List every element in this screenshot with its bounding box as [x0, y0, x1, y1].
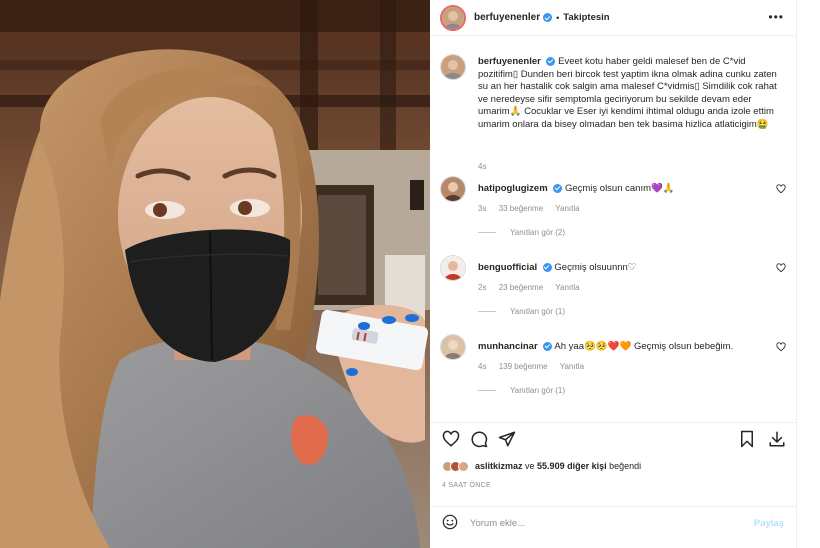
comment-heart-icon[interactable] — [776, 184, 786, 197]
caption-body: berfuyenenler Eveet kotu haber geldi mal… — [478, 56, 778, 131]
comment-time: 2s — [478, 283, 487, 292]
comment-time: 3s — [478, 204, 487, 213]
liker-avatars — [442, 460, 469, 472]
likes-suffix: beğendi — [606, 461, 642, 471]
comment-body: hatipoglugizem Geçmiş olsun canım💜🙏 — [478, 183, 758, 194]
author-avatar[interactable] — [440, 4, 466, 31]
download-icon[interactable] — [768, 430, 786, 451]
author-username[interactable]: berfuyenenler — [474, 12, 540, 23]
view-replies-button[interactable]: Yanıtları gör (2) — [478, 228, 565, 237]
reply-button[interactable]: Yanıtla — [555, 283, 579, 292]
comment-time: 4s — [478, 362, 487, 371]
verified-badge-icon — [543, 13, 553, 22]
caption-author-avatar[interactable] — [440, 54, 466, 80]
comment-body: munhancinar Ah yaa🥺🥺❤️🧡 Geçmiş olsun beb… — [478, 341, 758, 352]
comment-likes[interactable]: 23 beğenme — [499, 283, 543, 292]
comment-item: munhancinar Ah yaa🥺🥺❤️🧡 Geçmiş olsun beb… — [430, 334, 796, 413]
scrollbar-track[interactable] — [796, 0, 820, 548]
comment-meta: 4s 139 beğenme Yanıtla — [478, 362, 594, 371]
bookmark-icon[interactable] — [738, 430, 756, 451]
comment-meta: 3s 33 beğenme Yanıtla — [478, 204, 590, 213]
comment-text: Geçmiş olsuunnn♡ — [554, 262, 637, 273]
verified-badge-icon — [543, 341, 553, 351]
instagram-post-window: berfuyenenler • Takiptesin ••• berfuyene… — [0, 0, 820, 548]
heart-icon[interactable] — [442, 430, 460, 451]
comment-body: benguofficial Geçmiş olsuunnn♡ — [478, 262, 758, 273]
replies-divider — [478, 232, 496, 233]
post-caption: berfuyenenler Eveet kotu haber geldi mal… — [430, 44, 796, 176]
likes-count[interactable]: 55.909 diğer kişi — [537, 461, 607, 471]
more-icon[interactable]: ••• — [768, 10, 784, 24]
share-icon[interactable] — [498, 430, 516, 451]
commenter-username[interactable]: benguofficial — [478, 262, 537, 273]
comment-meta: 2s 23 beğenme Yanıtla — [478, 283, 590, 292]
post-comment-button[interactable]: Paylaş — [754, 518, 784, 529]
likes-summary[interactable]: aslitkizmaz ve 55.909 diğer kişi beğendi — [442, 458, 641, 474]
verified-badge-icon — [546, 56, 556, 66]
comment-item: benguofficial Geçmiş olsuunnn♡ 2s 23 beğ… — [430, 255, 796, 334]
view-replies-label: Yanıtları gör (2) — [510, 228, 565, 237]
liker-avatar — [458, 460, 469, 472]
reply-button[interactable]: Yanıtla — [560, 362, 584, 371]
post-photo[interactable] — [0, 0, 430, 548]
comment-icon[interactable] — [470, 430, 488, 451]
post-photo-illustration — [0, 0, 430, 548]
emoji-icon[interactable] — [442, 514, 458, 533]
caption-username[interactable]: berfuyenenler — [478, 56, 541, 67]
verified-badge-icon — [553, 183, 563, 193]
view-replies-button[interactable]: Yanıtları gör (1) — [478, 386, 565, 395]
likes-connector: ve — [522, 461, 538, 471]
view-replies-label: Yanıtları gör (1) — [510, 386, 565, 395]
add-comment-bar: Yorum ekle... Paylaş — [430, 506, 796, 540]
header-separator: • — [556, 12, 560, 23]
replies-divider — [478, 311, 496, 312]
comment-heart-icon[interactable] — [776, 263, 786, 276]
comment-text: Geçmiş olsun canım💜🙏 — [564, 183, 675, 194]
view-replies-button[interactable]: Yanıtları gör (1) — [478, 307, 565, 316]
replies-divider — [478, 390, 496, 391]
view-replies-label: Yanıtları gör (1) — [510, 307, 565, 316]
reply-button[interactable]: Yanıtla — [555, 204, 579, 213]
post-header: berfuyenenler • Takiptesin ••• — [430, 0, 796, 36]
commenter-username[interactable]: hatipoglugizem — [478, 183, 548, 194]
post-action-bar — [430, 422, 796, 454]
liker-username[interactable]: aslitkizmaz — [475, 461, 523, 471]
comment-likes[interactable]: 139 beğenme — [499, 362, 548, 371]
comment-input[interactable]: Yorum ekle... — [470, 518, 754, 529]
comments-list[interactable]: berfuyenenler Eveet kotu haber geldi mal… — [430, 44, 796, 414]
verified-badge-icon — [542, 262, 552, 272]
post-timestamp: 4 SAAT ÖNCE — [442, 482, 491, 489]
commenter-username[interactable]: munhancinar — [478, 341, 538, 352]
comment-text: Ah yaa🥺🥺❤️🧡 Geçmiş olsun bebeğim. — [554, 341, 734, 352]
comment-heart-icon[interactable] — [776, 342, 786, 355]
comment-likes[interactable]: 33 beğenme — [499, 204, 543, 213]
caption-text: Eveet kotu haber geldi malesef ben de C*… — [478, 56, 777, 130]
caption-time: 4s — [478, 162, 487, 171]
comment-item: hatipoglugizem Geçmiş olsun canım💜🙏 3s 3… — [430, 176, 796, 255]
commenter-avatar[interactable] — [440, 255, 466, 281]
commenter-avatar[interactable] — [440, 176, 466, 202]
commenter-avatar[interactable] — [440, 334, 466, 360]
following-button[interactable]: Takiptesin — [563, 12, 609, 23]
post-details-panel: berfuyenenler • Takiptesin ••• berfuyene… — [430, 0, 796, 548]
